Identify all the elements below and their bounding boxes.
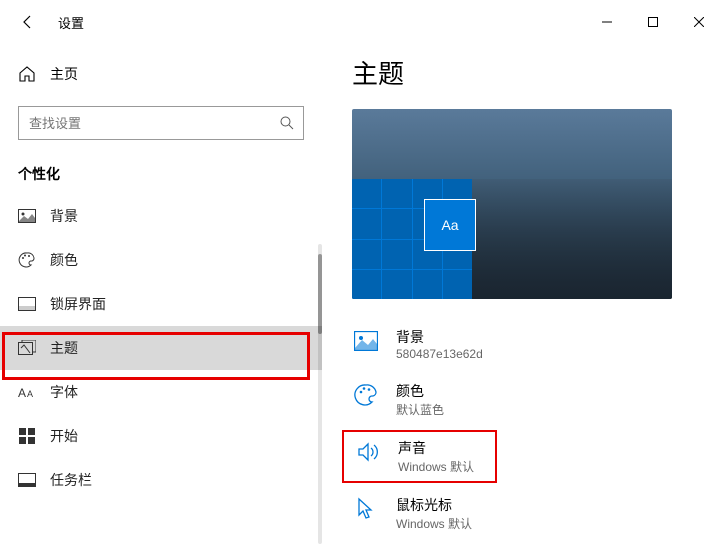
setting-subtitle: 580487e13e62d	[396, 347, 483, 361]
start-icon	[18, 427, 36, 445]
picture-icon	[352, 327, 380, 355]
setting-title: 背景	[396, 327, 483, 347]
home-link[interactable]: 主页	[0, 56, 322, 92]
home-label: 主页	[50, 64, 78, 84]
setting-subtitle: Windows 默认	[396, 515, 472, 532]
setting-cursor[interactable]: 鼠标光标 Windows 默认	[352, 487, 692, 540]
taskbar-icon	[18, 471, 36, 489]
nav-label: 锁屏界面	[50, 294, 106, 314]
sidebar-item-taskbar[interactable]: 任务栏	[0, 458, 322, 502]
theme-icon	[18, 339, 36, 357]
lockscreen-icon	[18, 295, 36, 313]
setting-colors[interactable]: 颜色 默认蓝色	[352, 373, 692, 426]
sidebar-item-fonts[interactable]: AA 字体	[0, 370, 322, 414]
sidebar-item-start[interactable]: 开始	[0, 414, 322, 458]
search-icon	[279, 115, 295, 131]
minimize-button[interactable]	[584, 6, 630, 38]
preview-window: Aa	[424, 199, 476, 251]
close-button[interactable]	[676, 6, 722, 38]
sound-icon	[354, 438, 382, 466]
titlebar: 设置	[0, 0, 722, 44]
sidebar-item-background[interactable]: 背景	[0, 194, 322, 238]
section-label: 个性化	[0, 158, 322, 194]
sidebar: 主页 个性化 背景 颜色 锁屏界面 主题	[0, 44, 322, 525]
nav-label: 开始	[50, 426, 78, 446]
palette-icon	[18, 251, 36, 269]
font-icon: AA	[18, 383, 36, 401]
app-title: 设置	[58, 13, 84, 32]
page-title: 主题	[352, 54, 692, 91]
svg-text:A: A	[18, 386, 26, 399]
setting-title: 鼠标光标	[396, 495, 472, 515]
home-icon	[18, 65, 36, 83]
setting-subtitle: Windows 默认	[398, 458, 474, 475]
palette-icon	[352, 381, 380, 409]
maximize-button[interactable]	[630, 6, 676, 38]
search-input-container[interactable]	[18, 106, 304, 140]
nav-label: 任务栏	[50, 470, 92, 490]
theme-preview[interactable]: Aa	[352, 109, 672, 299]
window-controls	[584, 6, 722, 38]
back-button[interactable]	[16, 10, 40, 34]
sidebar-item-themes[interactable]: 主题	[0, 326, 322, 370]
content-pane: 主题 Aa 背景 580487e13e62d 颜色 默认蓝色	[322, 44, 722, 525]
setting-background[interactable]: 背景 580487e13e62d	[352, 319, 692, 369]
search-input[interactable]	[29, 116, 279, 131]
setting-title: 颜色	[396, 381, 444, 401]
setting-sounds[interactable]: 声音 Windows 默认	[342, 430, 497, 483]
sidebar-item-colors[interactable]: 颜色	[0, 238, 322, 282]
picture-icon	[18, 207, 36, 225]
nav-label: 颜色	[50, 250, 78, 270]
nav-label: 背景	[50, 206, 78, 226]
nav-list: 背景 颜色 锁屏界面 主题 AA 字体 开始	[0, 194, 322, 502]
nav-label: 字体	[50, 382, 78, 402]
setting-title: 声音	[398, 438, 474, 458]
sidebar-item-lockscreen[interactable]: 锁屏界面	[0, 282, 322, 326]
setting-subtitle: 默认蓝色	[396, 401, 444, 418]
nav-label: 主题	[50, 338, 78, 358]
svg-text:A: A	[27, 389, 33, 399]
cursor-icon	[352, 495, 380, 523]
